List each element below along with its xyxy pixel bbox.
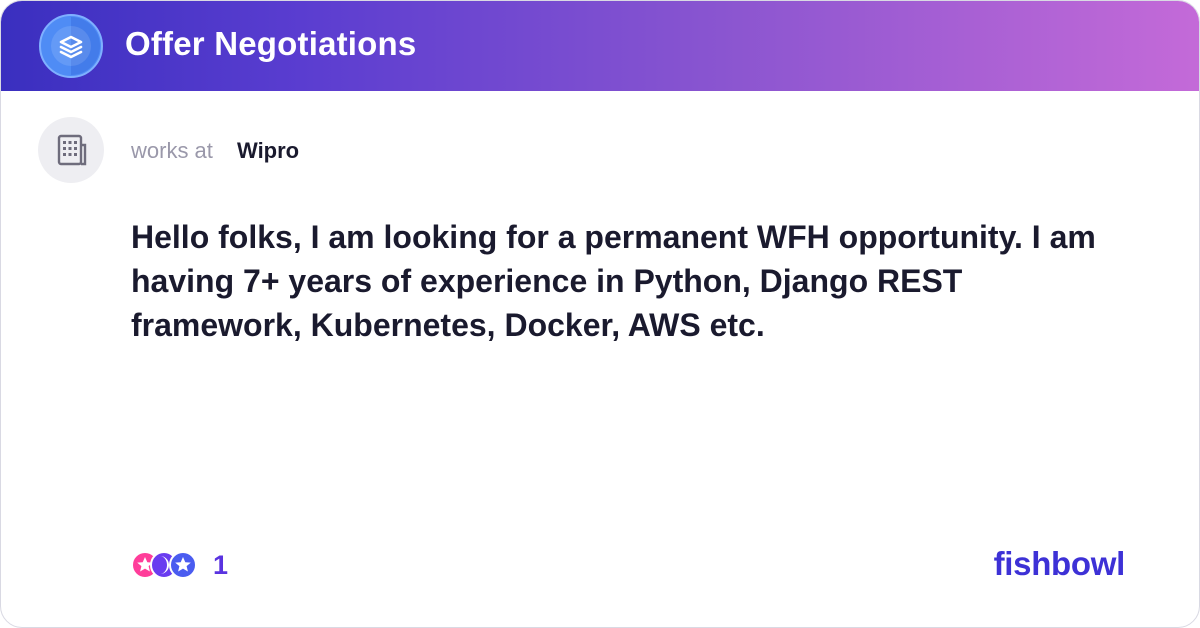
star-reaction-icon	[169, 551, 197, 579]
bowl-header: Offer Negotiations	[1, 1, 1199, 91]
works-at-label: works at	[131, 138, 213, 163]
reactions-summary[interactable]: 1	[129, 547, 228, 583]
post-card: Offer Negotiations works at Wipro Hello …	[0, 0, 1200, 628]
fishbowl-logo[interactable]: fishbowl	[994, 545, 1126, 583]
company-avatar	[38, 117, 104, 183]
post-body: Hello folks, I am looking for a permanen…	[131, 219, 1096, 343]
company-name[interactable]: Wipro	[237, 138, 299, 164]
bowl-layers-icon[interactable]	[37, 13, 105, 79]
reaction-icons	[131, 551, 197, 579]
bowl-title[interactable]: Offer Negotiations	[125, 25, 416, 63]
reaction-count: 1	[213, 549, 229, 580]
building-icon	[57, 134, 87, 166]
